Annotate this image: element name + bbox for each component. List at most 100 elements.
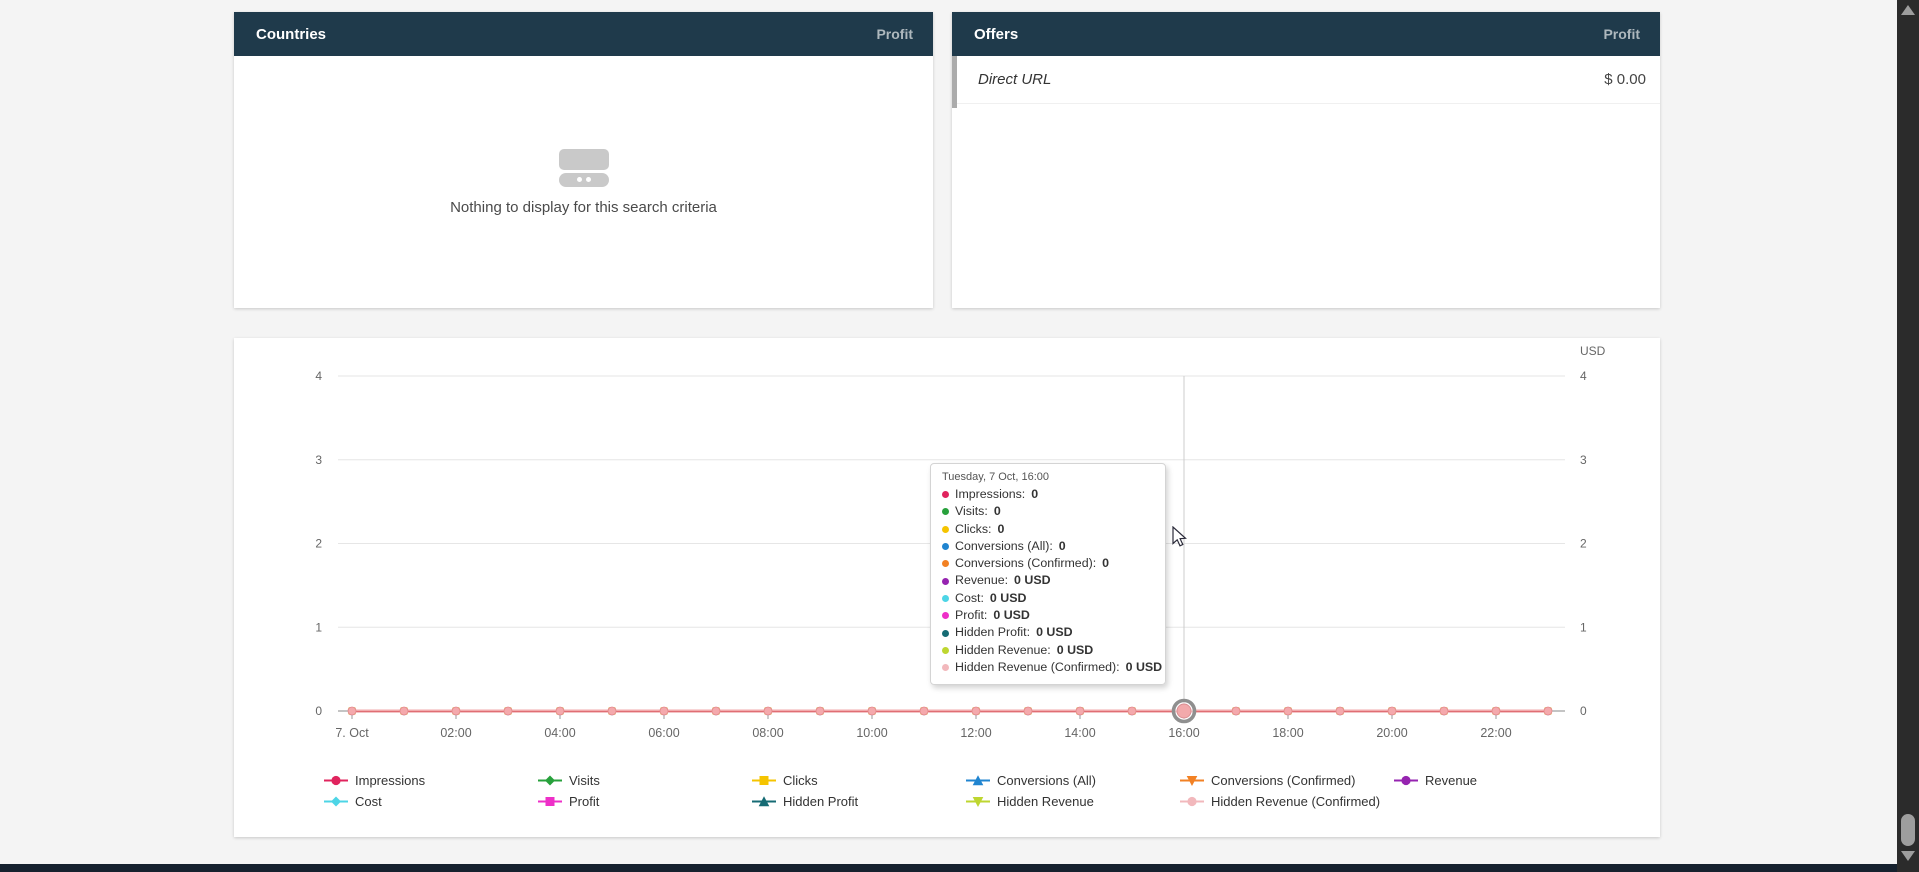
tooltip-metric-value: 0 USD — [1126, 659, 1163, 676]
data-point-marker[interactable] — [1284, 707, 1292, 716]
legend-item-hidden-revenue[interactable]: Hidden Revenue — [966, 794, 1180, 809]
tooltip-metric-value: 0 USD — [1057, 642, 1094, 659]
square-marker-icon — [538, 795, 562, 808]
tooltip-metric-row: Hidden Revenue: 0 USD — [942, 642, 1154, 659]
tooltip-metric-label: Clicks: — [955, 521, 991, 538]
data-point-marker[interactable] — [972, 707, 980, 716]
tooltip-series-dot — [942, 630, 949, 637]
tooltip-metric-label: Cost: — [955, 590, 984, 607]
tooltip-metric-row: Hidden Profit: 0 USD — [942, 624, 1154, 641]
data-point-marker[interactable] — [1336, 707, 1344, 716]
legend-item-profit[interactable]: Profit — [538, 794, 752, 809]
tooltip-metric-label: Profit: — [955, 607, 987, 624]
tooltip-metric-row: Clicks: 0 — [942, 521, 1154, 538]
triangle-down-marker-icon — [966, 795, 990, 808]
x-axis-label: 7. Oct — [335, 726, 369, 740]
tooltip-metric-label: Conversions (All): — [955, 538, 1053, 555]
tooltip-series-dot — [942, 491, 949, 498]
data-point-marker[interactable] — [452, 707, 460, 716]
y-axis-label-left: 0 — [315, 704, 322, 718]
legend-item-visits[interactable]: Visits — [538, 773, 752, 788]
offer-row-direct-url[interactable]: Direct URL $ 0.00 — [952, 56, 1660, 104]
x-axis-label: 12:00 — [960, 726, 991, 740]
data-point-marker[interactable] — [348, 707, 356, 716]
tooltip-metric-value: 0 — [1059, 538, 1066, 555]
data-point-marker[interactable] — [1024, 707, 1032, 716]
tooltip-metric-label: Visits: — [955, 503, 988, 520]
data-point-marker[interactable] — [1492, 707, 1500, 716]
data-point-marker[interactable] — [764, 707, 772, 716]
legend-item-hidden-revenue-confirmed[interactable]: Hidden Revenue (Confirmed) — [1180, 794, 1394, 809]
tooltip-metric-label: Hidden Revenue: — [955, 642, 1051, 659]
legend-label: Hidden Profit — [783, 794, 858, 809]
data-point-marker[interactable] — [400, 707, 408, 716]
scrollbar-thumb[interactable] — [1901, 814, 1915, 846]
circle-marker-icon — [324, 774, 348, 787]
offers-scrollbar-thumb[interactable] — [952, 56, 957, 108]
diamond-marker-icon — [324, 795, 348, 808]
tooltip-series-dot — [942, 543, 949, 550]
tooltip-metric-label: Impressions: — [955, 486, 1025, 503]
data-point-marker[interactable] — [504, 707, 512, 716]
offer-name[interactable]: Direct URL — [978, 71, 1051, 88]
chart-tooltip: Tuesday, 7 Oct, 16:00 Impressions: 0Visi… — [930, 463, 1166, 685]
tooltip-metric-value: 0 — [997, 521, 1004, 538]
data-point-marker[interactable] — [712, 707, 720, 716]
circle-marker-icon — [1180, 795, 1204, 808]
legend-item-conversions-confirmed[interactable]: Conversions (Confirmed) — [1180, 773, 1394, 788]
data-point-marker[interactable] — [816, 707, 824, 716]
data-point-marker[interactable] — [1076, 707, 1084, 716]
data-point-marker[interactable] — [868, 707, 876, 716]
tooltip-metric-label: Hidden Profit: — [955, 624, 1030, 641]
tooltip-series-dot — [942, 560, 949, 567]
offers-panel: Offers Profit Direct URL $ 0.00 — [952, 12, 1660, 308]
chart-panel: 00112233447. Oct02:0004:0006:0008:0010:0… — [234, 338, 1660, 837]
legend-item-impressions[interactable]: Impressions — [324, 773, 538, 788]
offers-metric-profit[interactable]: Profit — [1603, 26, 1640, 42]
page-footer-strip — [0, 864, 1897, 872]
y-axis-unit-label: USD — [1580, 344, 1605, 358]
legend-item-conversions-all[interactable]: Conversions (All) — [966, 773, 1180, 788]
data-point-marker[interactable] — [920, 707, 928, 716]
legend-item-clicks[interactable]: Clicks — [752, 773, 966, 788]
x-axis-label: 02:00 — [440, 726, 471, 740]
data-point-marker[interactable] — [1544, 707, 1552, 716]
countries-panel: Countries Profit Nothing to display for … — [234, 12, 933, 308]
x-axis-label: 18:00 — [1272, 726, 1303, 740]
data-point-marker[interactable] — [1128, 707, 1136, 716]
legend-item-hidden-profit[interactable]: Hidden Profit — [752, 794, 966, 809]
triangle-marker-icon — [752, 795, 776, 808]
x-axis-label: 22:00 — [1480, 726, 1511, 740]
scrollbar-up-arrow-icon[interactable] — [1901, 5, 1915, 15]
legend-label: Impressions — [355, 773, 425, 788]
data-point-marker[interactable] — [1440, 707, 1448, 716]
y-axis-label-right: 4 — [1580, 369, 1587, 383]
countries-metric-profit[interactable]: Profit — [876, 26, 913, 42]
hovered-data-point[interactable] — [1174, 701, 1195, 722]
tooltip-metric-value: 0 — [1102, 555, 1109, 572]
legend-label: Hidden Revenue — [997, 794, 1094, 809]
data-point-marker[interactable] — [660, 707, 668, 716]
vertical-scrollbar[interactable] — [1897, 0, 1919, 872]
y-axis-label-right: 2 — [1580, 537, 1587, 551]
data-point-marker[interactable] — [1232, 707, 1240, 716]
empty-data-icon — [559, 149, 609, 187]
legend-item-revenue[interactable]: Revenue — [1394, 773, 1608, 788]
triangle-marker-icon — [966, 774, 990, 787]
x-axis-label: 08:00 — [752, 726, 783, 740]
data-point-marker[interactable] — [556, 707, 564, 716]
y-axis-label-left: 1 — [315, 620, 322, 634]
tooltip-metric-value: 0 — [994, 503, 1001, 520]
scrollbar-down-arrow-icon[interactable] — [1901, 851, 1915, 861]
x-axis-label: 14:00 — [1064, 726, 1095, 740]
tooltip-series-dot — [942, 647, 949, 654]
diamond-marker-icon — [538, 774, 562, 787]
data-point-marker[interactable] — [1388, 707, 1396, 716]
tooltip-series-dot — [942, 595, 949, 602]
legend-item-cost[interactable]: Cost — [324, 794, 538, 809]
legend-label: Conversions (All) — [997, 773, 1096, 788]
countries-panel-header: Countries Profit — [234, 12, 933, 56]
y-axis-label-left: 3 — [315, 453, 322, 467]
countries-title: Countries — [256, 26, 326, 43]
data-point-marker[interactable] — [608, 707, 616, 716]
